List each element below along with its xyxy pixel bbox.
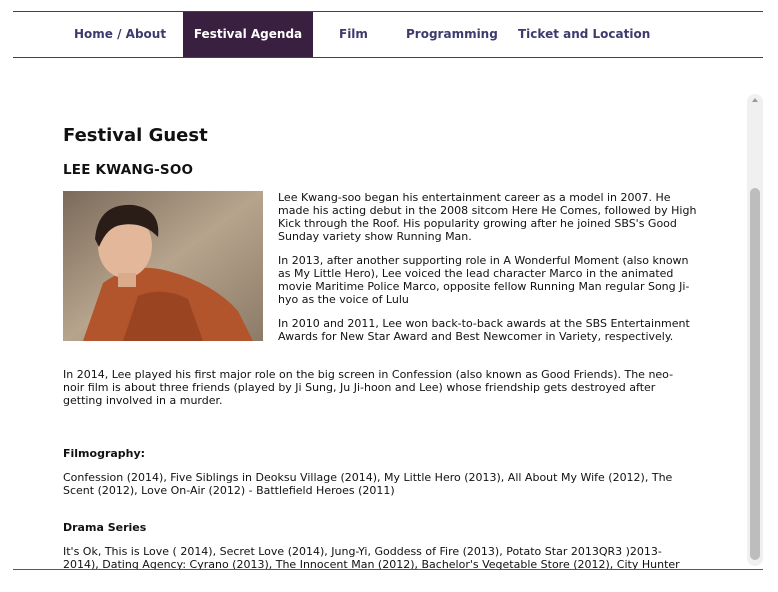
drama-heading: Drama Series [63,521,147,534]
footer-rule [13,569,763,570]
nav-home-about[interactable]: Home / About [74,12,166,57]
scrollbar-thumb[interactable] [750,188,760,560]
main-nav: Home / About Festival Agenda Film Progra… [13,12,763,57]
guest-bio: Lee Kwang-soo began his entertainment ca… [278,191,698,354]
page-title: Festival Guest [63,125,208,146]
content-scroll-area[interactable]: Festival Guest LEE KWANG-SOO Lee Kwang-s… [13,90,763,570]
guest-name: LEE KWANG-SOO [63,162,194,178]
nav-bottom-rule [13,57,763,58]
scroll-up-arrow-icon[interactable] [752,98,758,102]
drama-list: It's Ok, This is Love ( 2014), Secret Lo… [63,545,680,570]
vertical-scrollbar[interactable] [747,94,763,566]
bio-paragraph-2: In 2013, after another supporting role i… [278,254,690,306]
nav-festival-agenda[interactable]: Festival Agenda [183,12,313,57]
bio-paragraph-3: In 2010 and 2011, Lee won back-to-back a… [278,317,690,343]
filmography-list: Confession (2014), Five Siblings in Deok… [63,471,673,497]
nav-ticket-location[interactable]: Ticket and Location [518,12,650,57]
nav-film[interactable]: Film [339,12,368,57]
nav-programming[interactable]: Programming [406,12,498,57]
guest-photo [63,191,263,341]
bio-paragraph-1: Lee Kwang-soo began his entertainment ca… [278,191,697,243]
bio-paragraph-4: In 2014, Lee played his first major role… [63,368,674,407]
filmography-heading: Filmography: [63,447,146,460]
